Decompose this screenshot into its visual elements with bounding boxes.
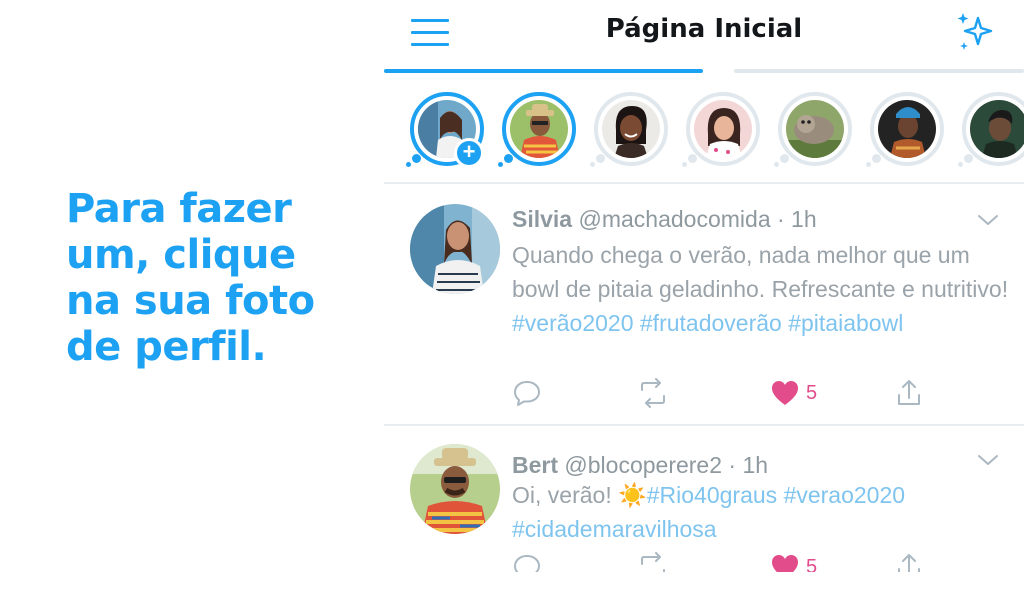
- fleet-own-avatar[interactable]: +: [406, 92, 484, 168]
- reply-icon[interactable]: [512, 378, 542, 408]
- top-bar: Página Inicial: [384, 0, 1024, 74]
- tweet-text-content: Oi, verão!: [512, 482, 619, 508]
- fleet-bubble: [688, 154, 697, 163]
- fleet-avatar[interactable]: [682, 92, 760, 167]
- avatar: [878, 100, 936, 158]
- fleet-bubble: [590, 162, 595, 167]
- hashtag-link[interactable]: #pitaiabowl: [788, 310, 903, 336]
- tweet-author-handle[interactable]: @blocoperere2: [564, 452, 722, 478]
- tweet-time: · 1h: [728, 452, 769, 478]
- fleet-bubble: [866, 162, 871, 167]
- bottom-cutoff: [384, 572, 1024, 601]
- sparkle-icon[interactable]: [954, 10, 1000, 56]
- avatar: [694, 100, 752, 158]
- tweet-author-handle[interactable]: @machadocomida: [579, 206, 771, 232]
- chevron-down-icon[interactable]: [976, 212, 1000, 228]
- hashtag-link[interactable]: #verão2020: [512, 310, 634, 336]
- fleet-bubble: [498, 162, 503, 167]
- fleet-avatar[interactable]: [866, 92, 944, 167]
- tweet-time: · 1h: [777, 206, 817, 232]
- tweet-text: Oi, verão! ☀️#Rio40graus #verao2020 #cid…: [512, 478, 1012, 546]
- tweet-author-name[interactable]: Silvia: [512, 206, 572, 232]
- tweet-header: Silvia @machadocomida · 1h: [512, 206, 817, 233]
- hashtag-link[interactable]: #Rio40graus: [647, 482, 777, 508]
- fleet-avatar[interactable]: [590, 92, 668, 167]
- fleet-bubble: [504, 154, 513, 163]
- caption-line: na sua foto: [66, 278, 315, 324]
- heart-icon: [772, 381, 798, 405]
- caption-line: um, clique: [66, 232, 296, 278]
- share-icon[interactable]: [894, 378, 924, 408]
- fleets-row: +: [384, 92, 1024, 170]
- fleet-bubble: [964, 154, 973, 163]
- phone-screen: Página Inicial + Silvia @machadocomida ·…: [384, 0, 1024, 601]
- tweet-header: Bert @blocoperere2 · 1h: [512, 452, 768, 479]
- tab-indicator-active: [384, 69, 703, 73]
- caption-line: de perfil.: [66, 324, 267, 370]
- page-title: Página Inicial: [605, 14, 803, 44]
- like-button[interactable]: 5: [770, 378, 850, 408]
- section-divider: [384, 424, 1024, 426]
- avatar: [786, 100, 844, 158]
- fleet-avatar[interactable]: [774, 92, 852, 167]
- sun-emoji-icon: ☀️: [618, 482, 647, 508]
- instruction-caption: Para fazer um, clique na sua foto de per…: [66, 186, 366, 370]
- fleet-bubble: [774, 162, 779, 167]
- fleet-bubble: [872, 154, 881, 163]
- fleet-bubble: [412, 154, 421, 163]
- avatar: [510, 100, 568, 158]
- section-divider: [384, 182, 1024, 184]
- hashtag-link[interactable]: #cidademaravilhosa: [512, 516, 717, 542]
- hashtag-link[interactable]: #frutadoverão: [640, 310, 782, 336]
- tweet[interactable]: Silvia @machadocomida · 1h Quando chega …: [384, 186, 1024, 424]
- avatar[interactable]: [410, 204, 500, 294]
- fleet-avatar[interactable]: [498, 92, 576, 167]
- tweet-author-name[interactable]: Bert: [512, 452, 558, 478]
- fleet-bubble: [406, 162, 411, 167]
- avatar: [602, 100, 660, 158]
- avatar: [970, 100, 1024, 158]
- tweet-text: Quando chega o verão, nada melhor que um…: [512, 238, 1012, 340]
- hashtag-link[interactable]: #verao2020: [784, 482, 906, 508]
- add-fleet-button[interactable]: +: [454, 138, 484, 168]
- fleet-bubble: [780, 154, 789, 163]
- tab-indicator-inactive: [734, 69, 1024, 73]
- chevron-down-icon[interactable]: [976, 452, 1000, 468]
- caption-line: Para fazer: [66, 186, 292, 232]
- fleet-bubble: [682, 162, 687, 167]
- tweet-actions: 5: [512, 378, 920, 412]
- fleet-avatar[interactable]: [958, 92, 1024, 167]
- avatar[interactable]: [410, 444, 500, 534]
- fleet-bubble: [958, 162, 963, 167]
- like-count: 5: [806, 382, 818, 404]
- fleet-bubble: [596, 154, 605, 163]
- tweet-text-content: Quando chega o verão, nada melhor que um…: [512, 242, 1009, 302]
- retweet-icon[interactable]: [636, 378, 670, 408]
